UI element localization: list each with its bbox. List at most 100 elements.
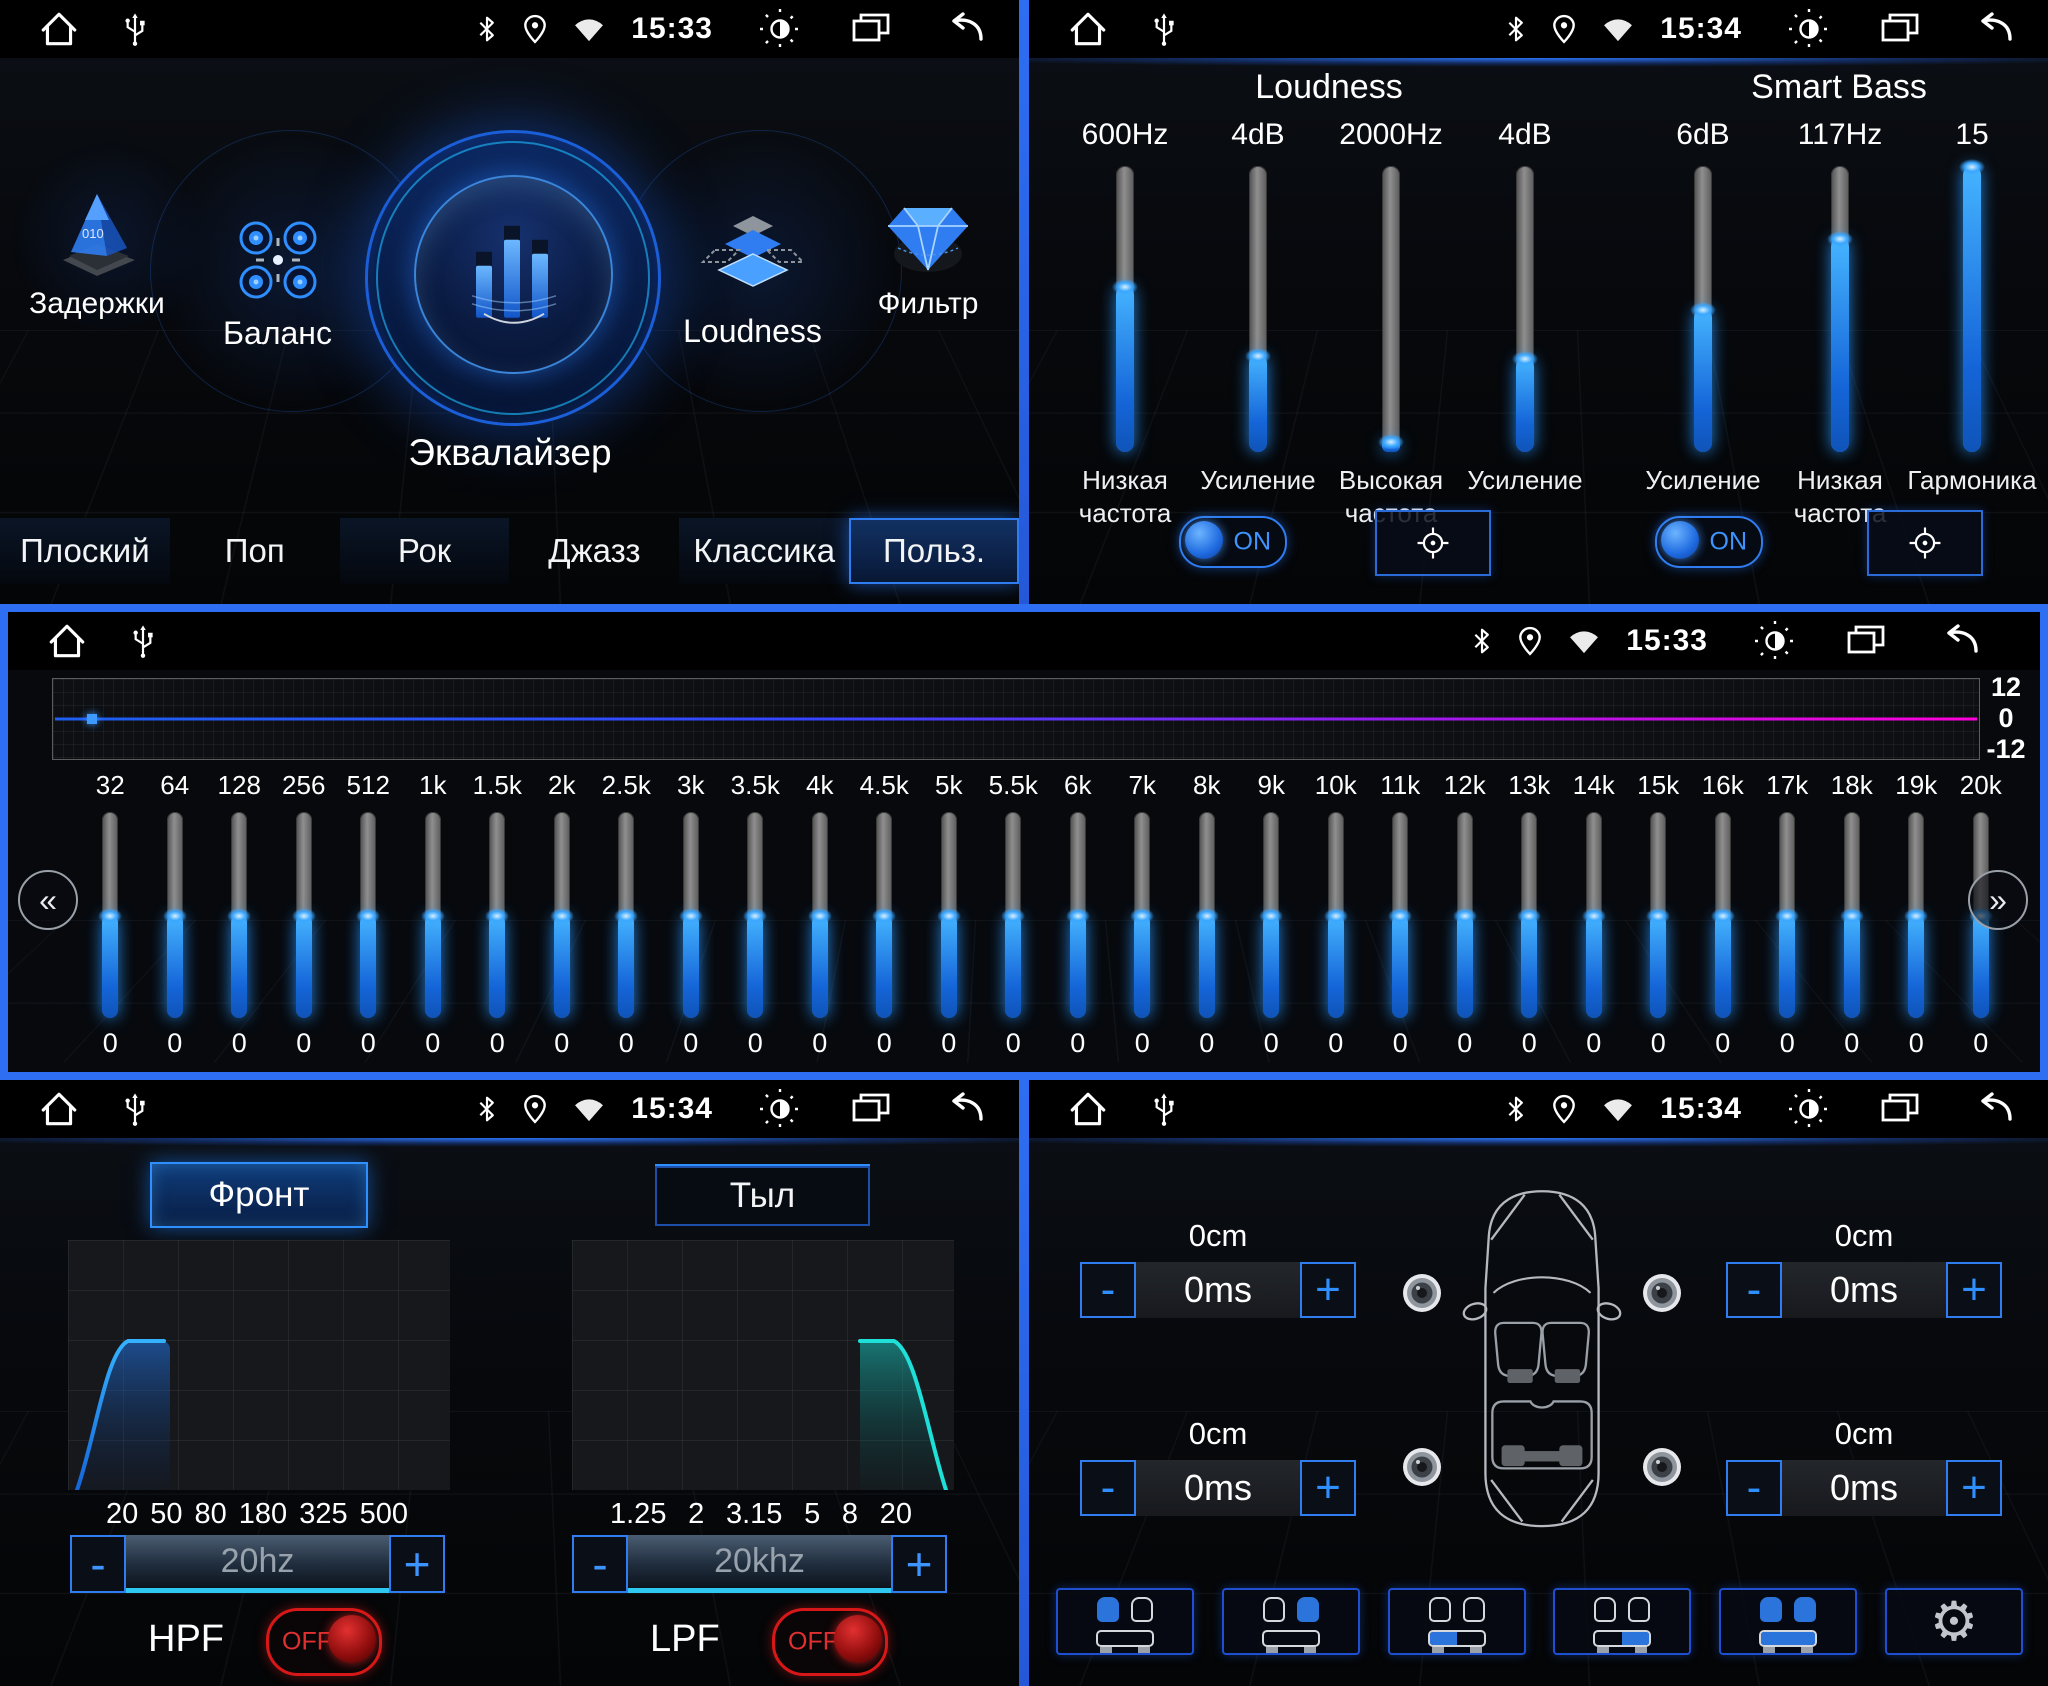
preset-button[interactable]: Поп <box>170 518 340 584</box>
menu-item-loudness[interactable]: Loudness <box>665 212 840 350</box>
preset-button[interactable]: Плоский <box>0 518 170 584</box>
band-slider[interactable] <box>296 812 312 1018</box>
band-slider[interactable] <box>1650 812 1666 1018</box>
band-slider[interactable] <box>1521 812 1537 1018</box>
seat-select-button[interactable]: ⚙ <box>1553 1588 1691 1655</box>
scroll-right-button[interactable]: » <box>1968 870 2028 930</box>
smart-bass-target-button[interactable] <box>1867 510 1983 576</box>
seat-select-button[interactable]: ⚙ <box>1719 1588 1857 1655</box>
vertical-slider[interactable] <box>1382 166 1400 452</box>
tab-rear[interactable]: Тыл <box>655 1164 870 1226</box>
vertical-slider[interactable] <box>1963 166 1981 452</box>
preset-button[interactable]: Польз. <box>849 518 1019 584</box>
vertical-slider[interactable] <box>1116 166 1134 452</box>
menu-item-balance[interactable]: Баланс <box>190 210 365 352</box>
brightness-icon[interactable] <box>757 1086 803 1132</box>
brightness-icon[interactable] <box>1786 1086 1832 1132</box>
band-slider[interactable] <box>941 812 957 1018</box>
home-icon[interactable] <box>1067 8 1109 50</box>
recent-apps-icon[interactable] <box>1846 623 1886 659</box>
seat-select-button[interactable]: ⚙ <box>1388 1588 1526 1655</box>
seat-select-button[interactable]: ⚙ <box>1056 1588 1194 1655</box>
home-icon[interactable] <box>38 1088 80 1130</box>
front-left-delay-value[interactable]: 0ms <box>1136 1262 1300 1318</box>
recent-apps-icon[interactable] <box>851 1091 891 1127</box>
front-right-plus-button[interactable]: + <box>1946 1262 2002 1318</box>
band-slider[interactable] <box>1199 812 1215 1018</box>
band-slider[interactable] <box>1457 812 1473 1018</box>
front-right-delay-value[interactable]: 0ms <box>1782 1262 1946 1318</box>
lpf-off-toggle[interactable]: OFF <box>772 1608 888 1676</box>
loudness-target-button[interactable] <box>1375 510 1491 576</box>
band-slider[interactable] <box>1908 812 1924 1018</box>
band-slider[interactable] <box>425 812 441 1018</box>
band-slider[interactable] <box>747 812 763 1018</box>
band-slider[interactable] <box>812 812 828 1018</box>
brightness-icon[interactable] <box>1786 6 1832 52</box>
back-icon[interactable] <box>941 1091 985 1127</box>
front-left-minus-button[interactable]: - <box>1080 1262 1136 1318</box>
vertical-slider[interactable] <box>1831 166 1849 452</box>
back-icon[interactable] <box>1936 623 1980 659</box>
front-right-minus-button[interactable]: - <box>1726 1262 1782 1318</box>
rear-left-delay-value[interactable]: 0ms <box>1136 1460 1300 1516</box>
band-slider[interactable] <box>489 812 505 1018</box>
menu-item-equalizer[interactable] <box>365 130 661 426</box>
band-slider[interactable] <box>1586 812 1602 1018</box>
band-slider[interactable] <box>1005 812 1021 1018</box>
hpf-plus-button[interactable]: + <box>389 1535 445 1593</box>
preset-button[interactable]: Джазз <box>509 518 679 584</box>
preset-button[interactable]: Классика <box>679 518 849 584</box>
recent-apps-icon[interactable] <box>851 11 891 47</box>
band-slider[interactable] <box>360 812 376 1018</box>
band-slider[interactable] <box>1134 812 1150 1018</box>
band-slider[interactable] <box>1392 812 1408 1018</box>
vertical-slider[interactable] <box>1516 166 1534 452</box>
back-icon[interactable] <box>1970 1091 2014 1127</box>
rear-left-plus-button[interactable]: + <box>1300 1460 1356 1516</box>
band-slider[interactable] <box>167 812 183 1018</box>
hpf-off-toggle[interactable]: OFF <box>266 1608 382 1676</box>
rear-right-minus-button[interactable]: - <box>1726 1460 1782 1516</box>
scroll-left-button[interactable]: « <box>18 870 78 930</box>
brightness-icon[interactable] <box>757 6 803 52</box>
band-slider[interactable] <box>1715 812 1731 1018</box>
vertical-slider[interactable] <box>1694 166 1712 452</box>
brightness-icon[interactable] <box>1752 618 1798 664</box>
preset-button[interactable]: Рок <box>340 518 510 584</box>
hpf-minus-button[interactable]: - <box>70 1535 126 1593</box>
band-slider[interactable] <box>554 812 570 1018</box>
band-slider[interactable] <box>618 812 634 1018</box>
rear-right-delay-value[interactable]: 0ms <box>1782 1460 1946 1516</box>
lpf-plus-button[interactable]: + <box>891 1535 947 1593</box>
home-icon[interactable] <box>38 8 80 50</box>
rear-left-minus-button[interactable]: - <box>1080 1460 1136 1516</box>
band-slider[interactable] <box>1328 812 1344 1018</box>
band-slider[interactable] <box>683 812 699 1018</box>
front-left-plus-button[interactable]: + <box>1300 1262 1356 1318</box>
rear-right-plus-button[interactable]: + <box>1946 1460 2002 1516</box>
vertical-slider[interactable] <box>1249 166 1267 452</box>
menu-item-delays[interactable]: 010 Задержки <box>12 186 182 321</box>
band-slider[interactable] <box>1844 812 1860 1018</box>
band-slider[interactable] <box>231 812 247 1018</box>
band-slider[interactable] <box>1779 812 1795 1018</box>
hpf-frequency-value[interactable]: 20hz <box>126 1535 389 1593</box>
band-slider[interactable] <box>102 812 118 1018</box>
eq-response-handle[interactable] <box>87 714 97 724</box>
band-slider[interactable] <box>876 812 892 1018</box>
tab-front[interactable]: Фронт <box>150 1162 368 1228</box>
recent-apps-icon[interactable] <box>1880 1091 1920 1127</box>
band-slider[interactable] <box>1070 812 1086 1018</box>
loudness-on-toggle[interactable]: ON <box>1179 516 1287 568</box>
recent-apps-icon[interactable] <box>1880 11 1920 47</box>
seat-select-button[interactable]: ⚙ <box>1885 1588 2023 1655</box>
home-icon[interactable] <box>46 620 88 662</box>
menu-item-filter[interactable]: Фильтр <box>843 186 1013 321</box>
lpf-minus-button[interactable]: - <box>572 1535 628 1593</box>
home-icon[interactable] <box>1067 1088 1109 1130</box>
lpf-frequency-value[interactable]: 20khz <box>628 1535 891 1593</box>
seat-select-button[interactable]: ⚙ <box>1222 1588 1360 1655</box>
back-icon[interactable] <box>941 11 985 47</box>
smart-bass-on-toggle[interactable]: ON <box>1655 516 1763 568</box>
